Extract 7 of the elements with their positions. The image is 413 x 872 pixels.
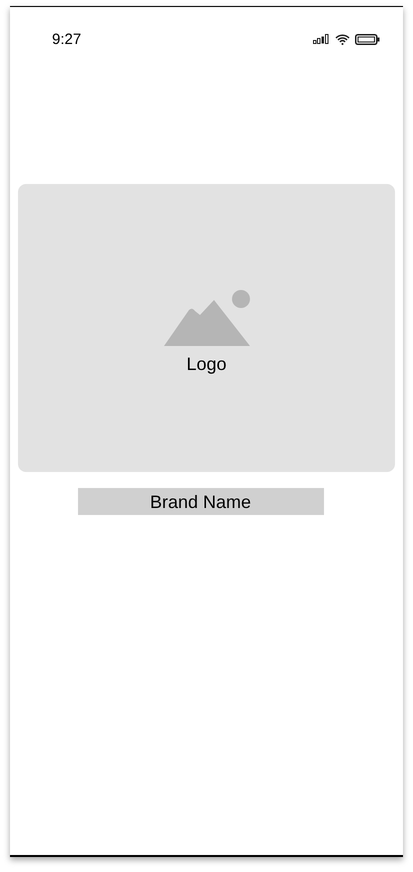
battery-icon — [355, 34, 380, 44]
image-icon — [164, 290, 250, 346]
signal-icon — [313, 34, 330, 44]
wifi-icon — [335, 34, 350, 44]
logo-label: Logo — [186, 354, 227, 372]
brand-name: Brand Name — [78, 488, 324, 515]
status-time: 9:27 — [52, 32, 82, 46]
